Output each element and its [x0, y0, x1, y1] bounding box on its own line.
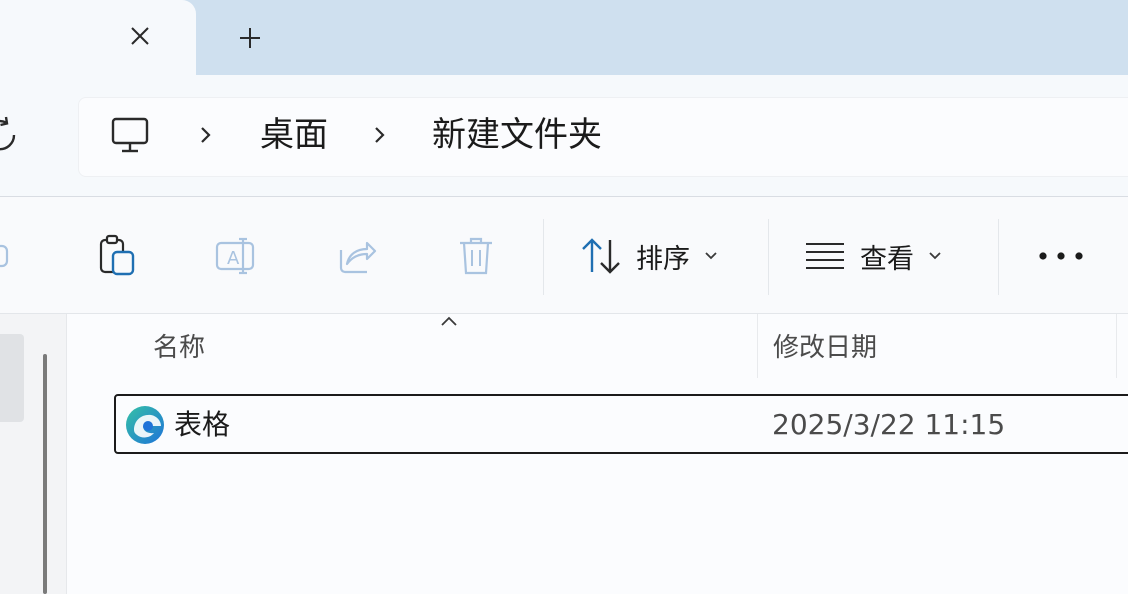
file-list: 名称 修改日期 表格 2025/3/22 11:15 — [67, 314, 1128, 594]
column-divider[interactable] — [757, 314, 758, 378]
monitor-icon — [111, 117, 149, 153]
nav-scrollbar[interactable] — [43, 354, 47, 594]
breadcrumb-separator[interactable] — [370, 123, 390, 147]
chevron-down-icon — [705, 252, 717, 260]
file-modified-date: 2025/3/22 11:15 — [772, 408, 1006, 441]
command-bar: A 排序 查看 — [0, 197, 1128, 314]
command-divider — [998, 219, 999, 295]
paste-button[interactable] — [94, 233, 140, 279]
address-bar[interactable] — [78, 97, 1128, 177]
cut-button[interactable] — [0, 233, 16, 279]
new-tab-button[interactable] — [228, 16, 272, 60]
sort-label: 排序 — [636, 243, 690, 275]
breadcrumb-separator[interactable] — [196, 123, 216, 147]
more-options-button[interactable] — [1036, 233, 1086, 279]
command-divider — [768, 219, 769, 295]
column-header-modified[interactable]: 修改日期 — [773, 328, 877, 368]
rename-icon: A — [215, 237, 255, 275]
navigation-bar: 桌面 新建文件夹 — [0, 75, 1128, 197]
tab-strip — [0, 0, 1128, 75]
edge-browser-icon — [126, 406, 164, 444]
breadcrumb-item-desktop[interactable]: 桌面 — [260, 115, 328, 155]
command-divider — [543, 219, 544, 295]
cut-icon — [0, 244, 9, 268]
tab-close-button[interactable] — [118, 14, 162, 58]
navigation-pane — [0, 314, 67, 594]
refresh-icon — [0, 116, 16, 151]
column-divider[interactable] — [1116, 314, 1117, 378]
file-explorer-window: 桌面 新建文件夹 A 排序 查看 名称 修改日期 表格 2025/3/22 11… — [0, 0, 1128, 594]
view-label: 查看 — [860, 243, 914, 275]
rename-button[interactable]: A — [212, 233, 258, 279]
trash-icon — [460, 237, 492, 275]
view-lines-icon — [806, 243, 844, 269]
breadcrumb-this-pc[interactable] — [110, 115, 150, 155]
file-name: 表格 — [174, 408, 231, 441]
file-row[interactable]: 表格 2025/3/22 11:15 — [114, 394, 1128, 454]
chevron-right-icon — [201, 127, 211, 143]
more-options-icon — [1039, 252, 1083, 260]
share-button[interactable] — [334, 233, 380, 279]
share-icon — [339, 241, 377, 274]
chevron-down-icon — [929, 252, 941, 260]
clipboard-icon — [99, 234, 135, 276]
view-button[interactable]: 查看 — [804, 233, 942, 279]
chevron-right-icon — [375, 127, 385, 143]
column-header-name[interactable]: 名称 — [153, 328, 205, 368]
svg-text:A: A — [227, 248, 240, 269]
tab-current-folder[interactable] — [0, 0, 196, 75]
sort-button[interactable]: 排序 — [580, 233, 718, 279]
sort-ascending-indicator-icon — [441, 316, 457, 326]
close-icon — [131, 27, 149, 45]
nav-selected-item[interactable] — [0, 334, 24, 422]
refresh-button[interactable] — [0, 115, 20, 155]
plus-icon — [240, 28, 260, 48]
delete-button[interactable] — [453, 233, 499, 279]
breadcrumb-item-new-folder[interactable]: 新建文件夹 — [432, 115, 602, 155]
sort-arrows-icon — [582, 238, 620, 274]
